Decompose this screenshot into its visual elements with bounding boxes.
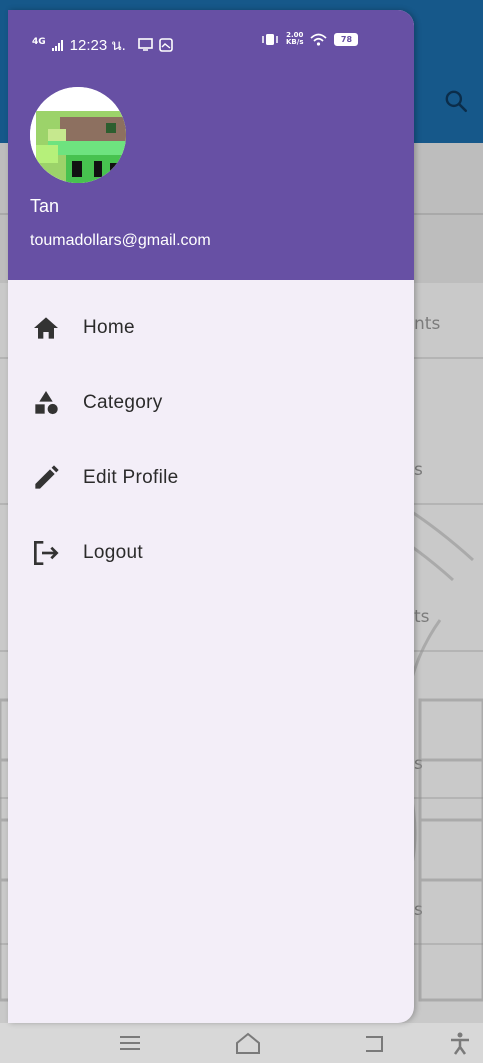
- menu-item-home[interactable]: Home: [8, 290, 414, 365]
- drawer-menu: Home Category Edit Profile Logout: [8, 290, 414, 590]
- accessibility-icon[interactable]: [446, 1031, 474, 1055]
- menu-item-label: Category: [83, 391, 163, 413]
- home-icon: [34, 316, 58, 339]
- wifi-icon: [310, 33, 328, 46]
- back-icon[interactable]: [360, 1031, 388, 1055]
- drawer-header: 4G 12:23 น. 2.00 KB/s 78 Tan toumadollar…: [8, 10, 414, 280]
- menu-item-label: Edit Profile: [83, 466, 179, 488]
- gallery-icon: [158, 38, 173, 52]
- network-indicator: 4G: [32, 36, 46, 47]
- home-nav-icon[interactable]: [234, 1031, 262, 1055]
- list-item-text: nts: [414, 314, 441, 334]
- signal-icon: [51, 39, 63, 51]
- search-icon[interactable]: [443, 88, 469, 114]
- logout-icon: [34, 540, 59, 565]
- message-icon: [137, 38, 153, 51]
- speed-unit: KB/s: [286, 38, 304, 46]
- system-navigation-bar: [0, 1023, 483, 1063]
- menu-item-logout[interactable]: Logout: [8, 515, 414, 590]
- edit-icon: [35, 464, 59, 489]
- menu-icon[interactable]: [116, 1031, 144, 1055]
- avatar[interactable]: [30, 87, 126, 183]
- menu-item-label: Logout: [83, 541, 143, 563]
- user-email: toumadollars@gmail.com: [30, 232, 211, 249]
- status-bar: 4G 12:23 น. 2.00 KB/s 78: [8, 10, 414, 66]
- menu-item-category[interactable]: Category: [8, 365, 414, 440]
- network-speed: 2.00 KB/s: [286, 32, 303, 46]
- status-right-group: 2.00 KB/s 78: [261, 32, 359, 46]
- category-icon: [35, 390, 58, 414]
- menu-item-label: Home: [83, 316, 135, 338]
- navigation-drawer: 4G 12:23 น. 2.00 KB/s 78 Tan toumadollar…: [8, 10, 414, 1023]
- status-left-group: 4G 12:23 น.: [32, 33, 173, 57]
- status-time: 12:23 น.: [69, 37, 126, 54]
- menu-item-edit-profile[interactable]: Edit Profile: [8, 440, 414, 515]
- avatar-image: [30, 87, 126, 183]
- vibrate-icon: [262, 33, 278, 45]
- user-name: Tan: [30, 196, 60, 216]
- battery-indicator: 78: [334, 32, 359, 46]
